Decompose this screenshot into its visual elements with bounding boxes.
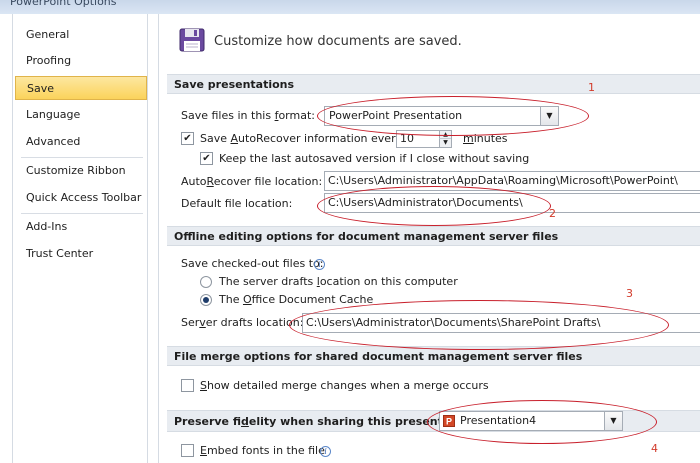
sidebar-item-save[interactable]: Save bbox=[15, 76, 147, 100]
info-icon[interactable]: i bbox=[314, 259, 325, 270]
save-options-panel: Customize how documents are saved. Save … bbox=[158, 14, 700, 463]
format-label: Save files in this format: bbox=[181, 109, 315, 122]
server-drafts-location-input[interactable]: C:\Users\Administrator\Documents\SharePo… bbox=[302, 313, 700, 333]
svg-text:P: P bbox=[446, 417, 452, 427]
section-save-presentations: Save presentations bbox=[167, 74, 700, 94]
section-title: Save presentations bbox=[174, 78, 295, 91]
format-value: PowerPoint Presentation bbox=[329, 109, 463, 122]
default-location-input[interactable]: C:\Users\Administrator\Documents\ bbox=[324, 193, 700, 213]
embed-fonts-label: Embed fonts in the file bbox=[200, 444, 325, 457]
sidebar-item-proofing[interactable]: Proofing bbox=[15, 49, 147, 73]
section-offline-editing: Offline editing options for document man… bbox=[167, 226, 700, 246]
sidebar-divider bbox=[21, 213, 143, 214]
annotation-number: 2 bbox=[549, 207, 556, 220]
sidebar-item-general[interactable]: General bbox=[15, 23, 147, 47]
radio-server-drafts[interactable] bbox=[200, 276, 212, 288]
sidebar-divider bbox=[21, 157, 143, 158]
sidebar-item-add-ins[interactable]: Add-Ins bbox=[15, 215, 147, 239]
page-header: Customize how documents are saved. bbox=[214, 34, 462, 49]
autorecover-location-label: AutoRecover file location: bbox=[181, 175, 323, 188]
chevron-down-icon[interactable]: ▼ bbox=[604, 412, 622, 430]
presentation-value: Presentation4 bbox=[460, 414, 537, 427]
show-merge-label: Show detailed merge changes when a merge… bbox=[200, 379, 489, 392]
window-title: PowerPoint Options bbox=[10, 0, 117, 8]
default-location-label: Default file location: bbox=[181, 197, 293, 210]
embed-fonts-checkbox[interactable] bbox=[181, 444, 194, 457]
minutes-label: minutes bbox=[463, 132, 508, 145]
info-icon[interactable]: i bbox=[320, 446, 331, 457]
chevron-down-icon[interactable]: ▼ bbox=[540, 107, 558, 125]
radio-office-cache[interactable] bbox=[200, 294, 212, 306]
sidebar-item-trust-center[interactable]: Trust Center bbox=[15, 242, 147, 266]
save-disk-icon bbox=[179, 28, 205, 52]
section-title: Preserve fidelity when sharing this pres… bbox=[174, 415, 480, 428]
section-file-merge: File merge options for shared document m… bbox=[167, 346, 700, 366]
sidebar-item-quick-access-toolbar[interactable]: Quick Access Toolbar bbox=[15, 186, 147, 210]
autorecover-minutes-spinner[interactable]: 10 ▲ ▼ bbox=[396, 130, 452, 148]
autorecover-location-input[interactable]: C:\Users\Administrator\AppData\Roaming\M… bbox=[324, 171, 700, 191]
annotation-number: 4 bbox=[651, 442, 658, 455]
keep-last-checkbox[interactable]: ✔ bbox=[200, 152, 213, 165]
show-merge-checkbox[interactable] bbox=[181, 379, 194, 392]
server-drafts-location-label: Server drafts location: bbox=[181, 316, 304, 329]
autorecover-checkbox[interactable]: ✔ bbox=[181, 132, 194, 145]
section-title: Offline editing options for document man… bbox=[174, 230, 559, 243]
options-sidebar: General Proofing Save Language Advanced … bbox=[12, 14, 148, 463]
sidebar-item-language[interactable]: Language bbox=[15, 103, 147, 127]
annotation-number: 3 bbox=[626, 287, 633, 300]
sidebar-item-customize-ribbon[interactable]: Customize Ribbon bbox=[15, 159, 147, 183]
autorecover-minutes-value: 10 bbox=[400, 132, 414, 145]
spin-down-icon[interactable]: ▼ bbox=[439, 139, 451, 147]
checkedout-label: Save checked-out files to: bbox=[181, 257, 324, 270]
presentation-dropdown[interactable]: P Presentation4 ▼ bbox=[439, 411, 623, 431]
sidebar-item-advanced[interactable]: Advanced bbox=[15, 130, 147, 154]
autorecover-label: Save AutoRecover information every bbox=[200, 132, 403, 145]
office-cache-option-label: The Office Document Cache bbox=[219, 293, 374, 306]
window-titlebar: PowerPoint Options bbox=[0, 0, 700, 14]
format-dropdown[interactable]: PowerPoint Presentation ▼ bbox=[324, 106, 559, 126]
annotation-number: 1 bbox=[588, 81, 595, 94]
spin-up-icon[interactable]: ▲ bbox=[439, 131, 451, 139]
server-drafts-option-label: The server drafts location on this compu… bbox=[219, 275, 458, 288]
section-title: File merge options for shared document m… bbox=[174, 350, 583, 363]
powerpoint-file-icon: P bbox=[443, 415, 455, 427]
keep-last-label: Keep the last autosaved version if I clo… bbox=[219, 152, 530, 165]
